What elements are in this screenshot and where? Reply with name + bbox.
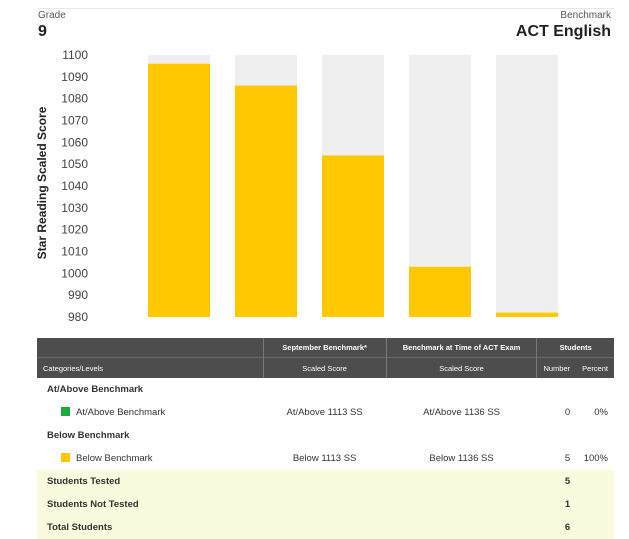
y-tick-label: 1100	[62, 48, 88, 62]
group-title: At/Above Benchmark	[47, 384, 144, 395]
group-title: Below Benchmark	[47, 430, 130, 441]
level-cell: Below Benchmark	[37, 447, 263, 470]
sub-act-scaled: Scaled Score	[385, 357, 537, 378]
benchmark-value: ACT English	[515, 23, 611, 40]
green-swatch-icon	[61, 407, 70, 416]
grade-block: Grade 9	[38, 10, 66, 41]
score-bar[interactable]	[496, 312, 558, 317]
y-tick-label: 1040	[61, 179, 88, 193]
number-cell: 0	[564, 407, 571, 418]
benchmark-block: Benchmark ACT English	[516, 10, 611, 41]
score-bar[interactable]	[235, 85, 297, 317]
sub-sept-scaled: Scaled Score	[262, 357, 387, 378]
percent-cell: 100%	[583, 453, 608, 464]
level-label: At/Above Benchmark	[76, 407, 166, 418]
sept-cell: Below 1113 SS	[292, 453, 357, 464]
col-september: September Benchmark*	[262, 338, 387, 358]
sept-cell: At/Above 1113 SS	[286, 407, 363, 418]
y-axis-title: Star Reading Scaled Score	[35, 106, 49, 259]
score-bar[interactable]	[322, 155, 384, 317]
top-divider	[38, 8, 614, 9]
y-tick-label: 1080	[61, 92, 88, 106]
summary-row-tested: Students Tested 5	[37, 470, 614, 493]
summary-label: Total Students	[37, 516, 264, 539]
summary-row-not-tested: Students Not Tested 1	[37, 493, 614, 516]
y-tick-label: 1010	[61, 245, 88, 259]
level-cell: At/Above Benchmark	[37, 401, 263, 424]
table-row: At/Above Benchmark At/Above 1113 SS At/A…	[37, 401, 614, 424]
y-tick-label: 1050	[61, 157, 88, 171]
act-cell: Below 1136 SS	[429, 453, 494, 464]
y-tick-label: 1000	[61, 266, 88, 280]
percent-cell: 0%	[594, 407, 608, 418]
y-tick-label: 1070	[61, 114, 88, 128]
group-row-below: Below Benchmark	[37, 424, 614, 447]
summary-number: 6	[536, 516, 577, 539]
table-row: Below Benchmark Below 1113 SS Below 1136…	[37, 447, 614, 470]
grade-caption: Grade	[38, 10, 66, 21]
col-act: Benchmark at Time of ACT Exam	[385, 338, 537, 358]
yellow-swatch-icon	[61, 453, 70, 462]
level-label: Below Benchmark	[76, 453, 153, 464]
group-row-above: At/Above Benchmark	[37, 378, 614, 401]
score-bar[interactable]	[409, 266, 471, 317]
benchmark-table: September Benchmark* Benchmark at Time o…	[37, 338, 614, 539]
act-cell: At/Above 1136 SS	[423, 407, 501, 418]
score-bar[interactable]	[148, 63, 210, 317]
grade-value: 9	[38, 23, 47, 40]
col-categories: Categories/Levels	[37, 357, 264, 378]
y-tick-label: 980	[68, 310, 88, 324]
y-tick-label: 1020	[61, 223, 88, 237]
summary-label: Students Not Tested	[37, 493, 264, 516]
score-bar-chart: Star Reading Scaled Score 1100 1090 1080 10…	[35, 48, 558, 324]
sub-number: Number	[536, 357, 577, 378]
benchmark-caption: Benchmark	[560, 10, 611, 21]
y-tick-label: 1090	[61, 70, 88, 84]
y-tick-label: 990	[68, 288, 88, 302]
summary-row-total: Total Students 6	[37, 516, 614, 539]
y-tick-label: 1060	[61, 135, 88, 149]
col-students: Students	[536, 338, 614, 358]
header-blank	[37, 338, 264, 358]
sub-percent: Percent	[576, 357, 614, 378]
summary-number: 5	[536, 470, 577, 493]
y-tick-label: 1030	[61, 201, 88, 215]
number-cell: 5	[564, 453, 571, 464]
summary-number: 1	[536, 493, 577, 516]
summary-label: Students Tested	[37, 470, 264, 493]
bar-track	[496, 55, 558, 317]
